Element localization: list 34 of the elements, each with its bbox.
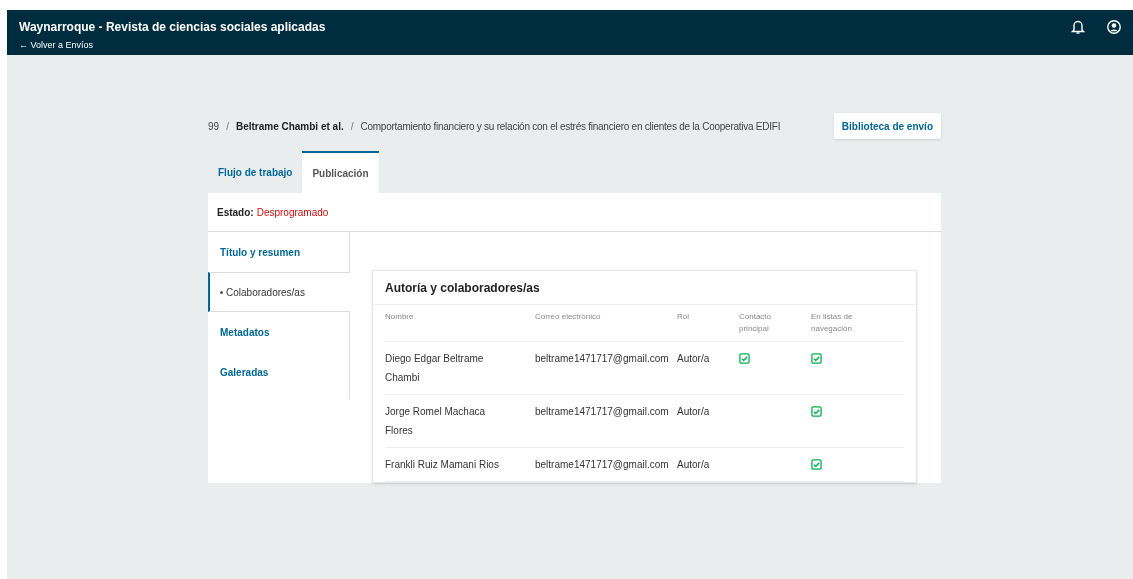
tab[interactable]: Flujo de trabajo [208,151,303,193]
tab[interactable]: Publicación [302,151,379,193]
table-cell-text: Jorge Romel Machaca Flores [385,405,487,438]
side-nav-item[interactable]: Galeradas [208,352,349,392]
breadcrumb-separator: / [226,119,229,134]
column-header: Rol [677,311,690,323]
journal-title: Waynarroque - Revista de ciencias sociales aplicadas [19,20,326,34]
table-cell-text: beltrame1471717@gmail.com [535,352,669,366]
breadcrumb-separator: / [350,119,354,134]
submission-title: Comportamiento financiero y su relación con el estrés financiero en clientes de la Cooperativa EDIFI [360,119,782,134]
side-nav-item[interactable]: Metadatos [208,312,349,352]
submission-authors: Beltrame Chambi et al. [235,119,344,134]
library-button[interactable]: Biblioteca de envío [833,113,941,139]
table-cell-text: Autor/a [677,405,710,419]
side-nav-item[interactable]: Colaboradores/as [208,272,350,312]
submission-id: 99 [208,119,220,134]
status-label: Estado: [217,205,254,220]
status-value: Desprogramado [256,205,329,220]
back-link[interactable]: ← Volver a Envíos [19,40,326,51]
user-avatar-icon[interactable] [1107,20,1121,34]
table-cell-text: Autor/a [677,352,710,366]
table-cell-text: Autor/a [677,458,710,472]
section-title: Autoría y colaboradores/as [385,279,540,297]
bell-icon[interactable] [1071,19,1085,35]
column-header: En listas de navegación [811,311,854,335]
column-header: Nombre [385,311,415,323]
table-cell-text: beltrame1471717@gmail.com [535,458,669,472]
column-header: Contacto principal [739,311,773,335]
table-cell-text: Diego Edgar Beltrame Chambi [385,352,485,385]
column-header: Correo electrónico [535,311,602,323]
table-cell-text: beltrame1471717@gmail.com [535,405,669,419]
bullet-icon [220,290,223,294]
side-nav-item[interactable]: Título y resumen [208,232,349,272]
table-cell-text: Frankli Ruiz Mamani Rios [385,458,500,472]
